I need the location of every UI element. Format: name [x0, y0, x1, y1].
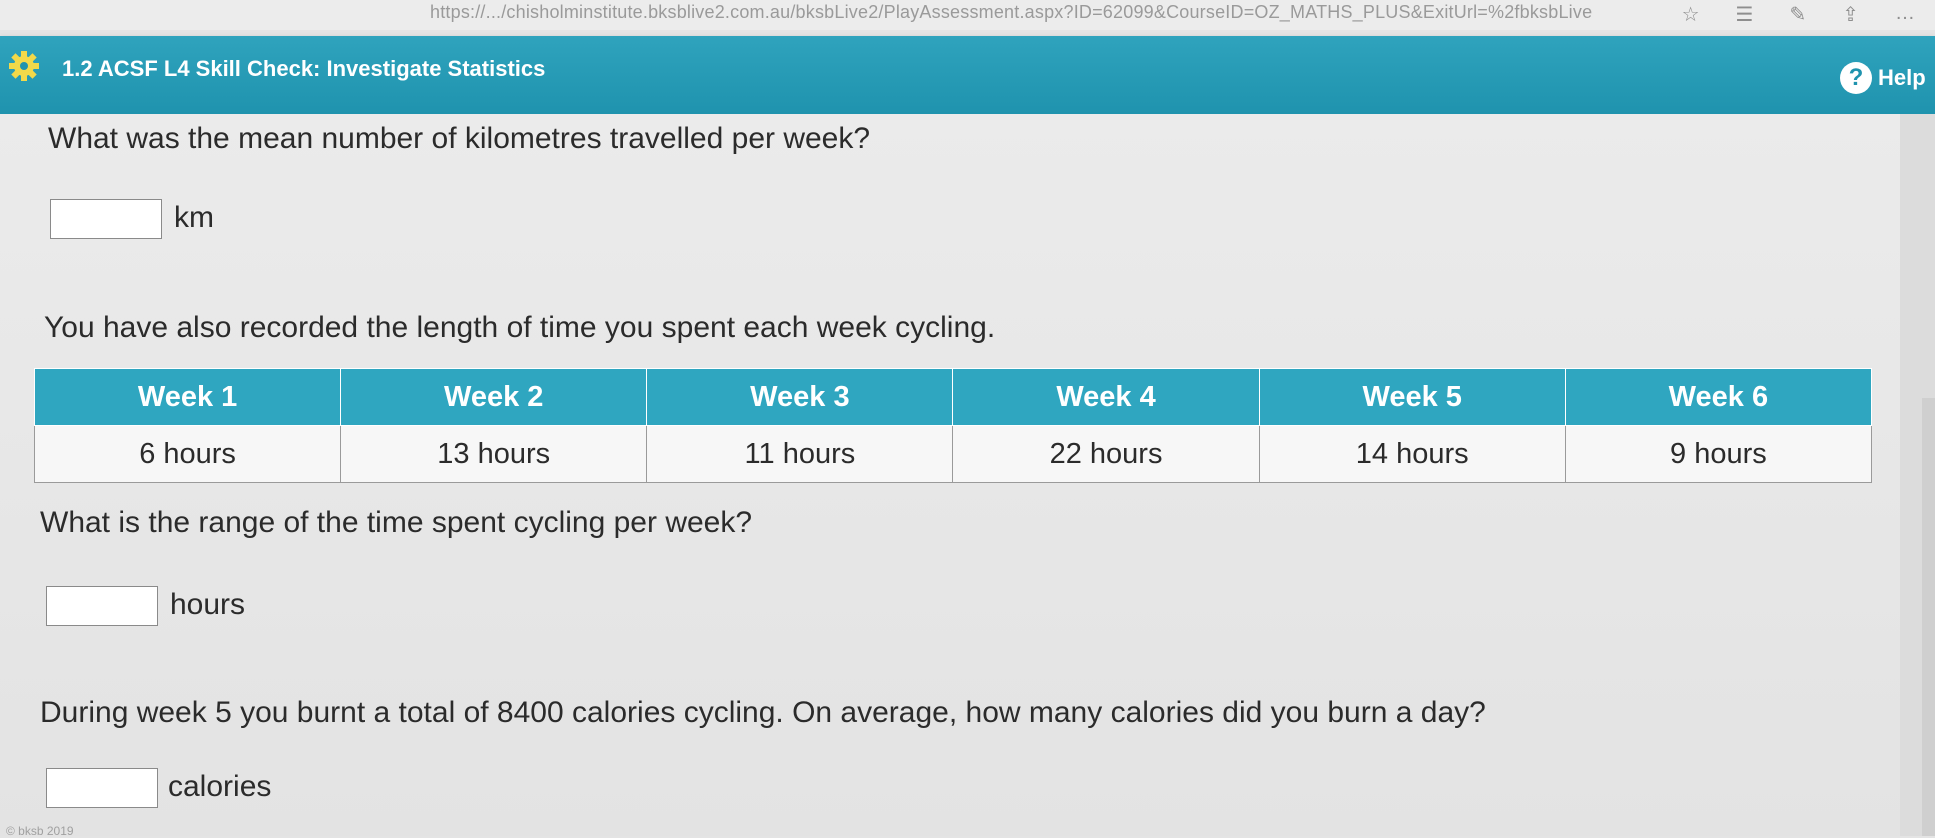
table-cell: 9 hours	[1564, 425, 1873, 483]
cycling-time-table: Week 1 Week 2 Week 3 Week 4 Week 5 Week …	[33, 368, 1873, 483]
table-cell: 13 hours	[340, 425, 648, 483]
star-icon[interactable]: ☆	[1682, 2, 1700, 27]
table-header: Week 3	[646, 368, 954, 426]
gear-icon[interactable]	[8, 50, 40, 82]
mean-km-input[interactable]	[50, 199, 162, 239]
table-row: 6 hours 13 hours 11 hours 22 hours 14 ho…	[33, 425, 1873, 483]
browser-icons: ☆ ☰ ✎ ⇪ …	[1682, 2, 1915, 27]
favorites-icon[interactable]: ☰	[1736, 2, 1754, 27]
table-cell: 22 hours	[952, 425, 1260, 483]
hours-unit-label: hours	[170, 588, 246, 621]
scrollbar[interactable]	[1922, 398, 1935, 836]
question-1-text: What was the mean number of kilometres t…	[48, 122, 871, 155]
calories-per-day-input[interactable]	[46, 768, 158, 808]
browser-toolbar: https://.../chisholminstitute.bksblive2.…	[0, 0, 1935, 30]
address-bar[interactable]: https://.../chisholminstitute.bksblive2.…	[430, 2, 1690, 23]
share-icon[interactable]: ⇪	[1842, 2, 1859, 27]
table-header: Week 2	[340, 368, 648, 426]
km-unit-label: km	[174, 201, 214, 234]
page-title: 1.2 ACSF L4 Skill Check: Investigate Sta…	[62, 56, 546, 81]
table-header: Week 6	[1564, 368, 1873, 426]
table-header: Week 5	[1258, 368, 1566, 426]
calories-unit-label: calories	[168, 770, 272, 803]
range-hours-input[interactable]	[46, 586, 158, 626]
question-3-text: During week 5 you burnt a total of 8400 …	[40, 696, 1486, 729]
table-header: Week 1	[33, 368, 342, 426]
more-icon[interactable]: …	[1895, 2, 1915, 27]
table-cell: 6 hours	[33, 425, 342, 483]
table-header: Week 4	[952, 368, 1260, 426]
table-header-row: Week 1 Week 2 Week 3 Week 4 Week 5 Week …	[33, 368, 1873, 426]
help-icon: ?	[1840, 62, 1872, 94]
cycling-time-intro: You have also recorded the length of tim…	[44, 311, 996, 344]
question-2-text: What is the range of the time spent cycl…	[40, 506, 753, 539]
table-cell: 14 hours	[1258, 425, 1566, 483]
pen-icon[interactable]: ✎	[1789, 2, 1806, 27]
help-button[interactable]: ? Help	[1840, 62, 1926, 94]
table-cell: 11 hours	[646, 425, 954, 483]
help-label: Help	[1878, 65, 1926, 90]
